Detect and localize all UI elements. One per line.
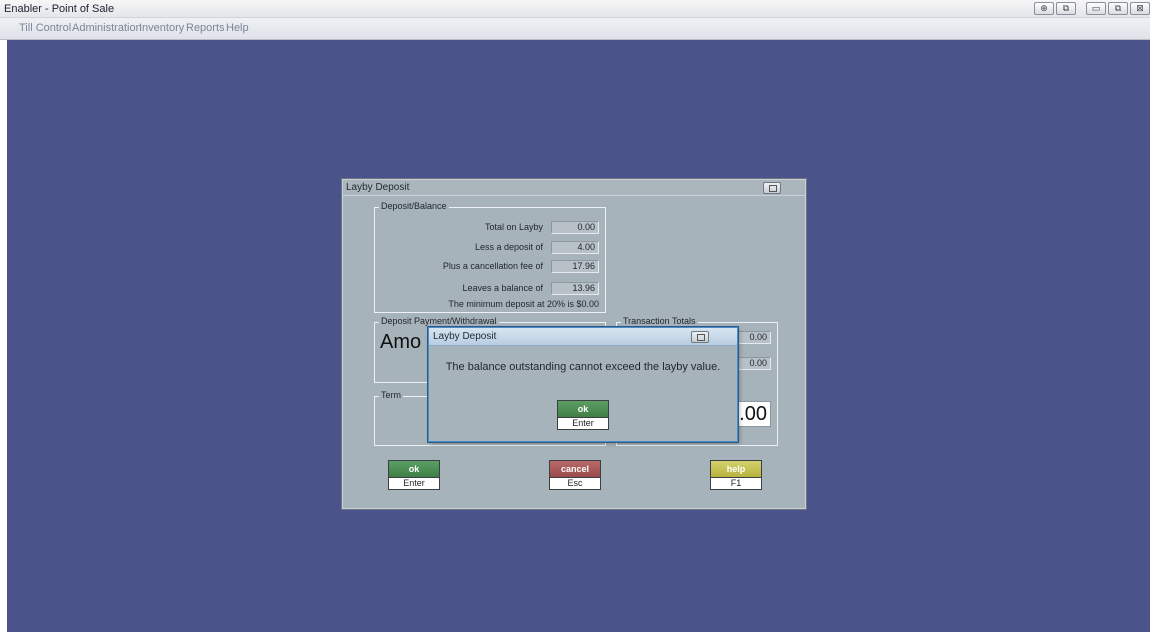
menu-bar: Till Control Administration Inventory Re… [0, 18, 1150, 40]
minimum-deposit-note: The minimum deposit at 20% is $0.00 [448, 299, 599, 309]
window-controls: ⊕ ⧉ ▭ ⧉ ⊠ [1034, 2, 1150, 15]
dialog-title-bar: Layby Deposit [343, 180, 805, 196]
menu-administration[interactable]: Administration [72, 22, 142, 34]
window-title: Enabler - Point of Sale [4, 3, 115, 15]
close-icon[interactable]: ⊠ [1130, 2, 1150, 15]
message-box-ok-button[interactable]: ok Enter [557, 400, 609, 430]
pos-application: Enabler - Point of Sale ⊕ ⧉ ▭ ⧉ ⊠ Till C… [0, 0, 1150, 632]
help-button-label: help [710, 460, 762, 478]
total-on-layby-value: 0.00 [551, 221, 599, 234]
help-button[interactable]: help F1 [710, 460, 762, 490]
cancel-button-key: Esc [549, 478, 601, 490]
window-title-bar: Enabler - Point of Sale ⊕ ⧉ ▭ ⧉ ⊠ [0, 0, 1150, 18]
balance-label: Leaves a balance of [462, 283, 543, 293]
menu-inventory[interactable]: Inventory [139, 22, 184, 34]
message-box-ok-label: ok [557, 400, 609, 418]
message-box-restore-icon[interactable] [691, 331, 709, 343]
menu-till-control[interactable]: Till Control [19, 22, 71, 34]
message-box-ok-key: Enter [557, 418, 609, 430]
message-box-title: Layby Deposit [433, 331, 497, 342]
error-message-box: Layby Deposit The balance outstanding ca… [428, 327, 738, 442]
deposit-balance-group: Deposit/Balance Total on Layby 0.00 Less… [374, 201, 606, 313]
amount-label: Amo [380, 331, 422, 353]
deposit-payment-legend: Deposit Payment/Withdrawal [379, 316, 499, 326]
dialog-restore-icon[interactable] [763, 182, 781, 194]
error-message-text: The balance outstanding cannot exceed th… [445, 361, 721, 373]
deposit-balance-legend: Deposit/Balance [379, 201, 449, 211]
restore-small-icon[interactable]: ⧉ [1056, 2, 1076, 15]
menu-help[interactable]: Help [226, 22, 249, 34]
deposit-label: Less a deposit of [474, 242, 543, 252]
deposit-value: 4.00 [551, 241, 599, 254]
cancellation-fee-label: Plus a cancellation fee of [442, 261, 543, 271]
menu-reports[interactable]: Reports [186, 22, 225, 34]
ok-button-label: ok [388, 460, 440, 478]
minimize-icon[interactable]: ▭ [1086, 2, 1106, 15]
ok-button-key: Enter [388, 478, 440, 490]
balance-value: 13.96 [551, 282, 599, 295]
maximize-icon[interactable]: ⧉ [1108, 2, 1128, 15]
ok-button[interactable]: ok Enter [388, 460, 440, 490]
total-on-layby-label: Total on Layby [484, 222, 543, 232]
pin-icon[interactable]: ⊕ [1034, 2, 1054, 15]
cancellation-fee-value: 17.96 [551, 260, 599, 273]
help-button-key: F1 [710, 478, 762, 490]
transaction-totals-legend: Transaction Totals [621, 316, 698, 326]
term-legend: Term [379, 390, 403, 400]
cancel-button[interactable]: cancel Esc [549, 460, 601, 490]
cancel-button-label: cancel [549, 460, 601, 478]
dialog-title: Layby Deposit [346, 182, 410, 193]
message-box-title-bar: Layby Deposit [429, 328, 737, 346]
